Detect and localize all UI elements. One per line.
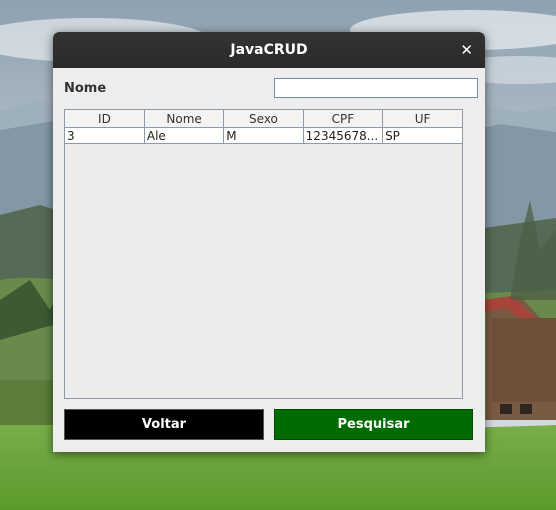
column-header-sexo[interactable]: Sexo [223,110,304,128]
table-row[interactable]: 3 Ale M 12345678... SP [65,127,462,144]
cell-uf[interactable]: SP [382,127,462,144]
cell-nome[interactable]: Ale [144,127,225,144]
app-window: JavaCRUD ✕ Nome ID Nome Sexo CPF UF 3 Al… [53,32,485,452]
column-header-nome[interactable]: Nome [144,110,225,128]
search-button[interactable]: Pesquisar [274,409,473,440]
window-titlebar[interactable]: JavaCRUD ✕ [53,32,485,68]
table-header-row: ID Nome Sexo CPF UF [65,110,462,128]
close-icon[interactable]: ✕ [460,32,473,68]
name-label: Nome [64,81,107,96]
back-button[interactable]: Voltar [64,409,264,440]
name-search-input[interactable] [274,78,478,98]
results-table[interactable]: ID Nome Sexo CPF UF 3 Ale M 12345678... … [64,109,463,399]
cell-sexo[interactable]: M [223,127,304,144]
window-title: JavaCRUD [230,42,308,58]
cell-cpf[interactable]: 12345678... [303,127,384,144]
column-header-id[interactable]: ID [65,110,145,128]
column-header-uf[interactable]: UF [382,110,462,128]
cell-id[interactable]: 3 [65,127,145,144]
column-header-cpf[interactable]: CPF [303,110,384,128]
